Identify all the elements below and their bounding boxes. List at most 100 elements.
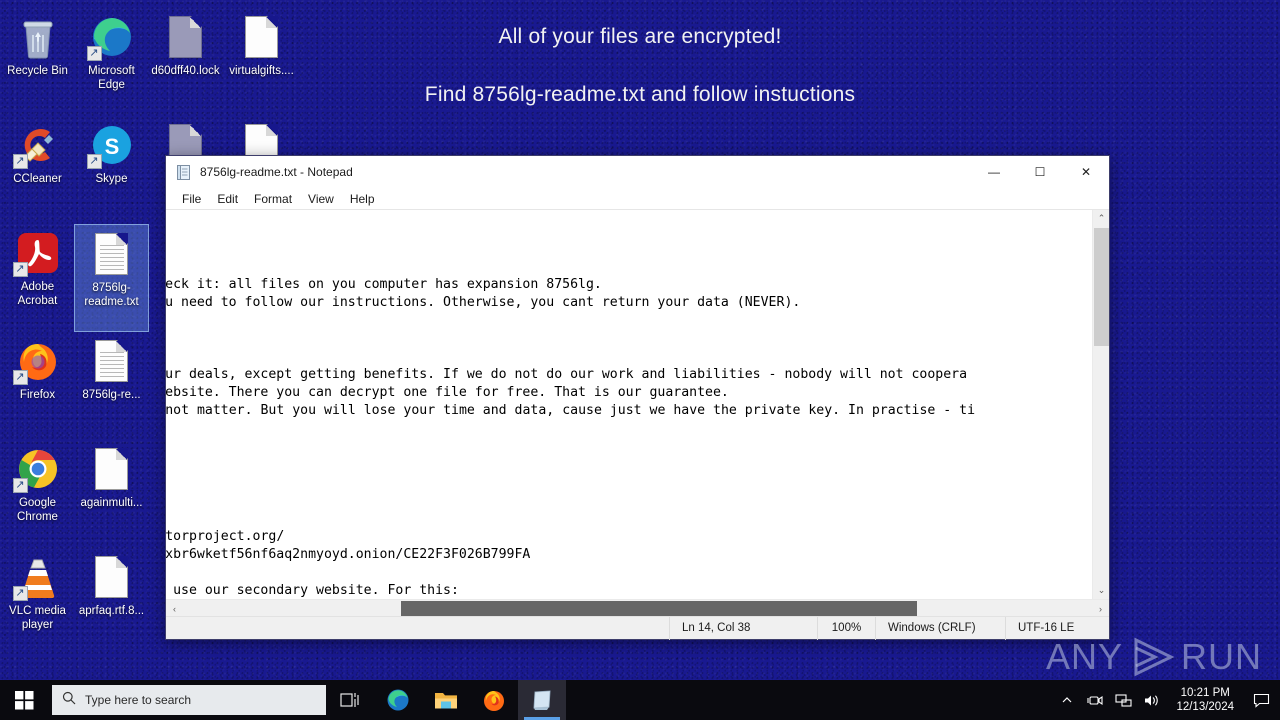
notepad-window-title: 8756lg-readme.txt - Notepad <box>200 165 353 179</box>
desktop-icon[interactable]: ↗ VLC media player <box>0 548 75 656</box>
desktop-icon-label: Adobe Acrobat <box>17 281 58 307</box>
shortcut-arrow-icon: ↗ <box>12 262 28 277</box>
notepad-text-area[interactable]: le. You can check it: all files on you c… <box>166 210 1092 599</box>
search-placeholder: Type here to search <box>85 693 192 707</box>
notepad-titlebar[interactable]: 8756lg-readme.txt - Notepad — ☐ ✕ <box>166 156 1109 188</box>
text-file-icon <box>89 446 135 492</box>
notepad-text-line: ite: https://torproject.org/ <box>166 529 285 544</box>
notepad-text-line: 6vrcv6zcnjppkbxbr6wketf56nf6aq2nmyoyd.on… <box>166 547 531 562</box>
scroll-up-arrow-icon[interactable]: ⌃ <box>1093 210 1110 227</box>
desktop-icon-label: Firefox <box>19 389 56 401</box>
scroll-left-arrow-icon[interactable]: ‹ <box>166 600 183 617</box>
cursor-position: Ln 14, Col 38 <box>669 616 817 640</box>
shortcut-arrow-icon: ↗ <box>12 370 28 385</box>
notepad-text-line: le. You can check it: all files on you c… <box>166 277 602 292</box>
scroll-down-arrow-icon[interactable]: ⌄ <box>1093 582 1110 599</box>
text-file-icon <box>89 338 135 384</box>
menu-item-format[interactable]: Format <box>246 190 300 208</box>
shortcut-arrow-icon: ↗ <box>12 154 28 169</box>
notepad-text-line: ld go to our website. There you can decr… <box>166 385 729 400</box>
shortcut-arrow-icon: ↗ <box>86 154 102 169</box>
vertical-scrollbar[interactable]: ⌃ ⌄ <box>1092 210 1109 599</box>
taskbar-item-file-explorer[interactable] <box>422 680 470 720</box>
desktop-icon[interactable]: Recycle Bin <box>0 8 75 116</box>
minimize-button[interactable]: — <box>971 156 1017 188</box>
chevron-up-icon[interactable] <box>1054 680 1080 720</box>
vertical-scrollbar-thumb[interactable] <box>1094 228 1109 346</box>
shortcut-arrow-icon: ↗ <box>12 586 28 601</box>
svg-text:S: S <box>104 134 119 159</box>
horizontal-scrollbar[interactable]: ‹ › <box>166 599 1109 616</box>
desktop-icon[interactable]: virtualgifts.... <box>224 8 299 116</box>
start-button[interactable] <box>0 680 48 720</box>
notepad-menubar: File Edit Format View Help <box>166 188 1109 210</box>
close-button[interactable]: ✕ <box>1063 156 1109 188</box>
desktop-icon-label: againmulti... <box>80 497 143 509</box>
speaker-icon[interactable] <box>1138 680 1164 720</box>
search-icon <box>62 691 76 710</box>
horizontal-scrollbar-thumb[interactable] <box>401 601 917 616</box>
edge-icon: ↗ <box>86 14 135 61</box>
desktop-icon[interactable]: ↗ CCleaner <box>0 116 75 224</box>
encoding: UTF-16 LE <box>1005 616 1109 640</box>
scroll-right-arrow-icon[interactable]: › <box>1092 600 1109 617</box>
desktop-icon[interactable]: ↗ Adobe Acrobat <box>0 224 75 332</box>
desktop-icon-label: Microsoft Edge <box>88 65 135 91</box>
desktop-icon[interactable]: S ↗ Skype <box>74 116 149 224</box>
desktop-icon-label: d60dff40.lock <box>151 65 220 77</box>
network-icon[interactable] <box>1110 680 1136 720</box>
notepad-body: le. You can check it: all files on you c… <box>166 210 1109 599</box>
taskbar-item-microsoft-edge[interactable] <box>374 680 422 720</box>
lock-file-icon <box>163 14 209 60</box>
desktop-icon-label: Skype <box>95 173 128 185</box>
notepad-text-line: store), but you need to follow our instr… <box>166 295 801 310</box>
desktop-icon[interactable]: 8756lg-re... <box>74 332 149 440</box>
chrome-icon: ↗ <box>12 446 61 493</box>
clock-time: 10:21 PM <box>1180 687 1230 699</box>
vlc-icon: ↗ <box>12 554 61 601</box>
desktop-icon[interactable]: d60dff40.lock <box>148 8 223 116</box>
clock[interactable]: 10:21 PM 12/13/2024 <box>1166 686 1244 714</box>
desktop-icon[interactable]: aprfaq.rtf.8... <box>74 548 149 656</box>
desktop-icon-label: Google Chrome <box>17 497 58 523</box>
notepad-window[interactable]: 8756lg-readme.txt - Notepad — ☐ ✕ File Ed… <box>165 155 1110 640</box>
menu-item-file[interactable]: File <box>174 190 209 208</box>
taskbar-item-task-view[interactable] <box>326 680 374 720</box>
desktop-icon[interactable]: ↗ Google Chrome <box>0 440 75 548</box>
line-ending-type: Windows (CRLF) <box>875 616 1005 640</box>
ccleaner-icon: ↗ <box>12 122 61 169</box>
desktop-icon-label: virtualgifts.... <box>229 65 294 77</box>
desktop-icon-label: Recycle Bin <box>7 65 68 77</box>
menu-item-edit[interactable]: Edit <box>209 190 246 208</box>
skype-icon: S ↗ <box>86 122 135 169</box>
desktop-icon-label: CCleaner <box>13 173 62 185</box>
text-file-icon <box>89 231 135 277</box>
menu-item-help[interactable]: Help <box>342 190 383 208</box>
desktop-icon[interactable]: ↗ Microsoft Edge <box>74 8 149 116</box>
notepad-text-line: l. But you can use our secondary website… <box>173 583 459 598</box>
menu-item-view[interactable]: View <box>300 190 342 208</box>
notification-balloon-icon[interactable] <box>1246 680 1276 720</box>
search-input[interactable]: Type here to search <box>52 685 326 715</box>
clock-date: 12/13/2024 <box>1176 701 1234 713</box>
maximize-button[interactable]: ☐ <box>1017 156 1063 188</box>
notepad-statusbar: Ln 14, Col 38 100% Windows (CRLF) UTF-16… <box>166 616 1109 640</box>
taskbar-item-firefox[interactable] <box>470 680 518 720</box>
window-controls: — ☐ ✕ <box>971 156 1109 188</box>
desktop-icon[interactable]: 8756lg-readme.txt <box>74 224 149 332</box>
desktop-icon[interactable]: againmulti... <box>74 440 149 548</box>
firefox-icon: ↗ <box>12 338 61 385</box>
zoom-level[interactable]: 100% <box>817 616 875 640</box>
desktop-icon[interactable]: ↗ Firefox <box>0 332 75 440</box>
taskbar-item-notepad[interactable] <box>518 680 566 720</box>
recycle-bin-icon <box>15 14 61 60</box>
desktop-icon-label: 8756lg-re... <box>82 389 141 401</box>
notepad-text-line: us, its does not matter. But you will lo… <box>166 403 976 418</box>
system-tray: 10:21 PM 12/13/2024 <box>1054 680 1280 720</box>
camera-icon[interactable] <box>1082 680 1108 720</box>
desktop-icon-label: VLC media player <box>9 605 66 631</box>
text-file-icon <box>239 14 285 60</box>
desktop-icon-label: 8756lg-readme.txt <box>84 282 139 308</box>
desktop-icon-label: aprfaq.rtf.8... <box>78 605 145 617</box>
shortcut-arrow-icon: ↗ <box>86 46 102 61</box>
